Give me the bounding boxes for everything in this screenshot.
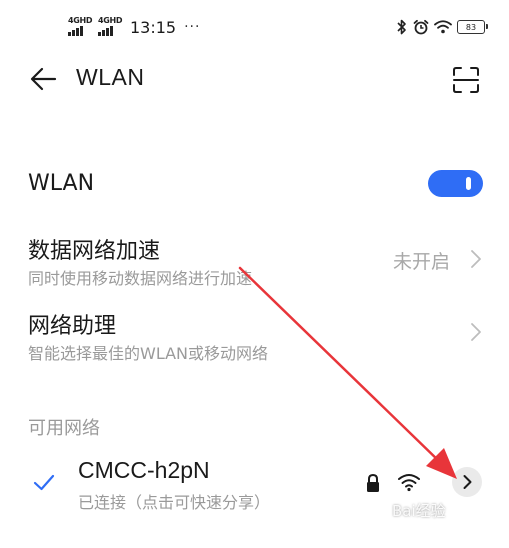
lock-icon (367, 473, 379, 492)
available-networks-label: 可用网络 (28, 418, 100, 439)
scan-icon[interactable] (450, 64, 482, 96)
app-header: WLAN (0, 56, 509, 102)
network-assistant-subtitle: 智能选择最佳的WLAN或移动网络 (28, 344, 269, 363)
network-assistant-title: 网络助理 (28, 314, 117, 339)
chevron-right-icon (471, 250, 481, 268)
alarm-icon (413, 19, 429, 35)
cellular-signal-1-icon: 4GHD (68, 16, 93, 37)
status-bar-left: 4GHD 4GHD 13:15 ··· (68, 16, 200, 38)
data-acceleration-title: 数据网络加速 (28, 239, 161, 264)
wifi-status-icon (434, 20, 452, 34)
status-bar: 4GHD 4GHD 13:15 ··· 83 (0, 0, 509, 54)
cellular-signal-2-icon: 4GHD (98, 16, 123, 37)
watermark: Bai经验 (392, 502, 446, 520)
next-network-partial (78, 540, 188, 548)
network-status: 已连接（点击可快速分享） (78, 493, 271, 512)
network-type-label-1: 4GHD (68, 16, 93, 25)
network-ssid: CMCC-h2pN (78, 457, 210, 483)
chevron-right-icon (471, 323, 481, 341)
data-acceleration-subtitle: 同时使用移动数据网络进行加速 (28, 269, 253, 288)
more-notifications-icon: ··· (184, 19, 201, 35)
battery-level: 83 (465, 22, 477, 32)
chevron-right-icon (463, 475, 472, 489)
toggle-knob (466, 177, 471, 190)
network-type-label-2: 4GHD (98, 16, 123, 25)
status-time: 13:15 (130, 17, 177, 37)
page-title: WLAN (76, 64, 145, 90)
check-icon (33, 474, 55, 491)
status-bar-right: 83 (396, 16, 488, 38)
arrow-left-icon[interactable] (28, 64, 60, 94)
bluetooth-icon (397, 19, 406, 35)
battery-icon: 83 (457, 20, 488, 34)
data-acceleration-value: 未开启 (393, 251, 451, 273)
network-details-button[interactable] (452, 467, 482, 497)
wifi-signal-icon (398, 474, 420, 492)
wlan-toggle-label: WLAN (28, 171, 95, 196)
wlan-toggle-switch[interactable] (428, 170, 483, 197)
